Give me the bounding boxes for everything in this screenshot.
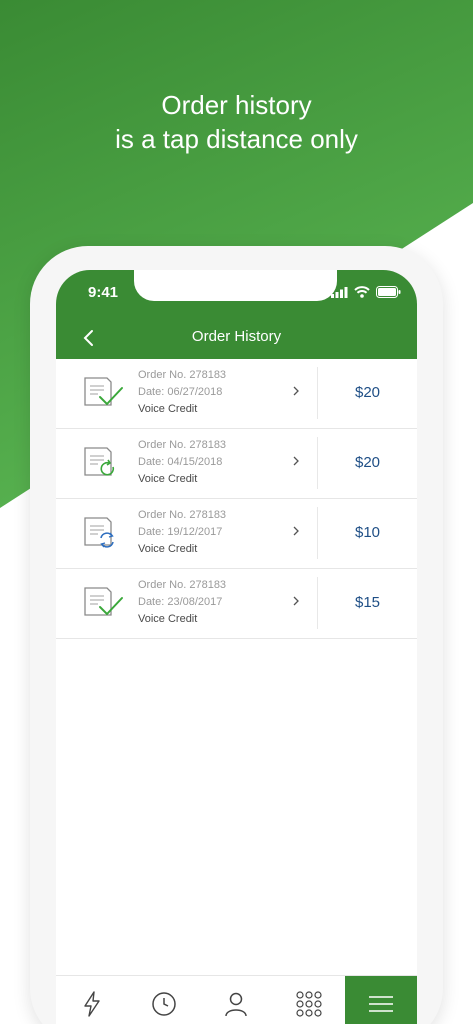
app-header: 9:41 Order History [56,270,417,359]
order-number: Order No. 278183 [138,439,227,451]
order-row[interactable]: Order No. 278183 Date: 19/12/2017 Voice … [56,499,417,569]
user-icon [225,992,248,1016]
order-number: Order No. 278183 [138,369,227,381]
order-date: Date: 19/12/2017 [138,526,223,538]
chevron-right-icon [293,526,299,536]
order-details: Order No. 278183 Date: 04/15/2018 Voice … [138,437,226,488]
battery-icon [376,286,401,298]
tab-menu[interactable] [344,976,417,1024]
promo-line-1: Order history [161,90,312,120]
order-details: Order No. 278183 Date: 06/27/2018 Voice … [138,367,226,418]
order-number: Order No. 278183 [138,579,227,591]
order-refresh-icon [84,447,115,476]
order-number: Order No. 278183 [138,509,227,521]
order-details: Order No. 278183 Date: 19/12/2017 Voice … [138,507,226,558]
tab-profile[interactable] [200,976,272,1024]
promo-headline: Order history is a tap distance only [0,88,473,156]
promo-line-2: is a tap distance only [115,124,358,154]
phone-screen: 9:41 Order History Order No. 278183 Date… [56,270,417,1024]
phone-notch [134,270,337,301]
order-processing-icon [84,517,114,548]
order-product: Voice Credit [138,473,198,485]
order-product: Voice Credit [138,403,198,415]
chevron-right-icon [293,456,299,466]
chevron-right-icon [293,386,299,396]
order-row[interactable]: Order No. 278183 Date: 23/08/2017 Voice … [56,569,417,639]
order-date: Date: 04/15/2018 [138,456,223,468]
order-row[interactable]: Order No. 278183 Date: 06/27/2018 Voice … [56,359,417,429]
lightning-icon [84,990,100,1017]
status-icons [331,286,401,298]
order-amount: $15 [354,594,381,611]
menu-icon [368,995,393,1012]
tab-history[interactable] [128,976,200,1024]
tab-keypad[interactable] [273,976,345,1024]
order-product: Voice Credit [138,613,198,625]
order-list: Order No. 278183 Date: 06/27/2018 Voice … [56,359,417,639]
wifi-icon [354,286,370,298]
order-completed-icon [84,587,123,616]
page-title: Order History [191,328,282,345]
clock-icon [152,991,177,1016]
order-row[interactable]: Order No. 278183 Date: 04/15/2018 Voice … [56,429,417,499]
signal-icon [331,286,348,298]
keypad-icon [296,990,322,1017]
tab-top-up[interactable] [56,976,128,1024]
order-amount: $20 [354,384,381,401]
chevron-right-icon [293,596,299,606]
bottom-tab-bar [56,975,417,1024]
order-amount: $20 [354,454,381,471]
order-product: Voice Credit [138,543,198,555]
order-details: Order No. 278183 Date: 23/08/2017 Voice … [138,577,226,628]
order-date: Date: 06/27/2018 [138,386,223,398]
order-date: Date: 23/08/2017 [138,596,223,608]
order-completed-icon [84,377,123,406]
status-time: 9:41 [88,284,119,301]
order-amount: $10 [354,524,381,541]
